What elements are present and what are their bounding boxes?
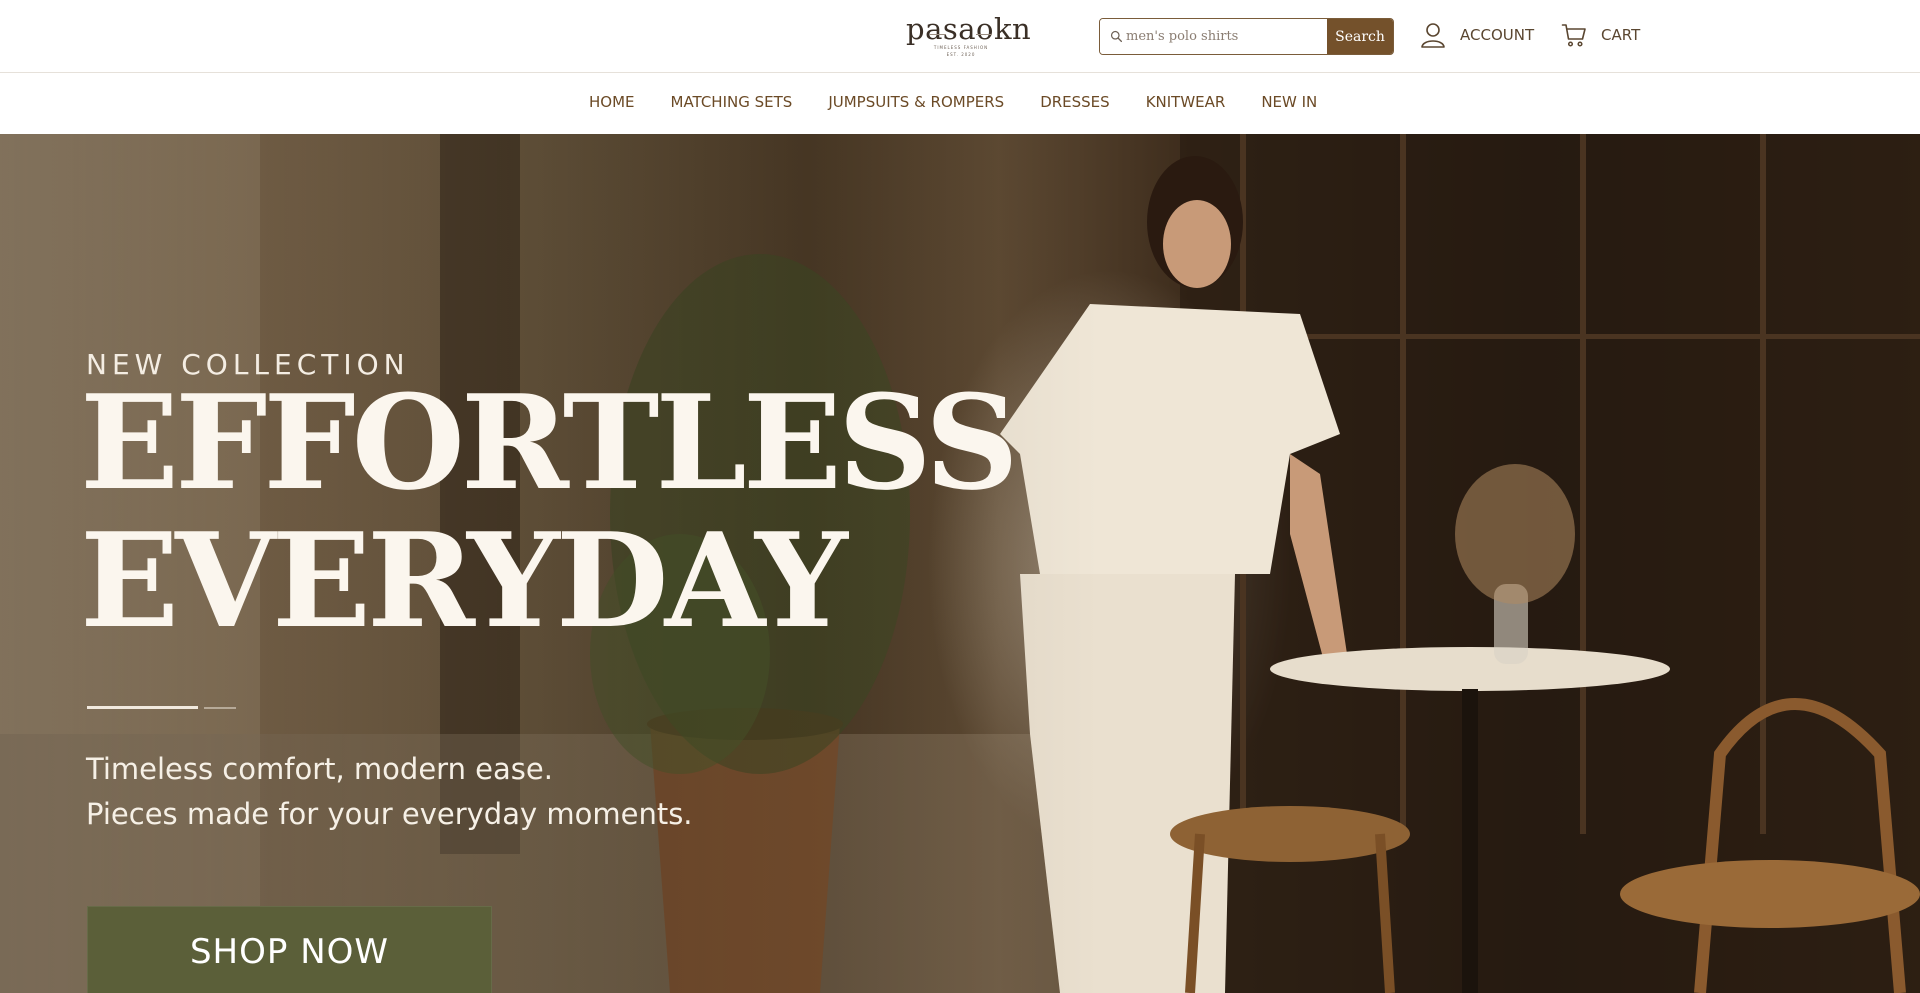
- search-input[interactable]: [1126, 29, 1316, 44]
- search-icon: [1110, 30, 1123, 43]
- account-label: ACCOUNT: [1460, 26, 1535, 44]
- nav-item-new-in[interactable]: NEW IN: [1261, 93, 1317, 111]
- user-icon: [1421, 23, 1445, 48]
- hero-headline-line1: EFFORTLESS: [80, 366, 1019, 519]
- logo-divider-right: [976, 34, 992, 35]
- search-form: Search: [1099, 18, 1394, 55]
- nav-item-jumpsuits-rompers[interactable]: JUMPSUITS & ROMPERS: [828, 93, 1004, 111]
- nav-list: HOME MATCHING SETS JUMPSUITS & ROMPERS D…: [589, 93, 1353, 111]
- brand-wordmark: pasaokn: [906, 12, 1032, 46]
- hero-headline-line2: EVERYDAY: [80, 504, 848, 657]
- hero-divider-accent: [204, 707, 236, 709]
- nav-item-matching-sets[interactable]: MATCHING SETS: [671, 93, 793, 111]
- cart-link[interactable]: CART: [1561, 22, 1640, 48]
- hero-subtext-line1: Timeless comfort, modern ease.: [86, 752, 553, 786]
- hero-banner: NEW COLLECTION EFFORTLESS EVERYDAY Timel…: [0, 134, 1920, 993]
- hero-subtext: Timeless comfort, modern ease. Pieces ma…: [86, 747, 693, 837]
- cart-label: CART: [1601, 26, 1641, 44]
- hero-divider: [87, 706, 198, 709]
- search-field[interactable]: [1100, 19, 1327, 54]
- hero-subtext-line2: Pieces made for your everyday moments.: [86, 797, 693, 831]
- logo-divider-left: [930, 34, 946, 35]
- brand-logo[interactable]: pasaokn TIMELESS FASHION EST. 2020: [906, 12, 1032, 58]
- nav-item-home[interactable]: HOME: [589, 93, 635, 111]
- site-header: pasaokn TIMELESS FASHION EST. 2020 Searc…: [0, 0, 1920, 73]
- nav-item-knitwear[interactable]: KNITWEAR: [1146, 93, 1226, 111]
- shop-now-button[interactable]: SHOP NOW: [87, 906, 492, 993]
- brand-est: EST. 2020: [946, 52, 976, 57]
- nav-item-dresses[interactable]: DRESSES: [1040, 93, 1110, 111]
- main-nav: HOME MATCHING SETS JUMPSUITS & ROMPERS D…: [0, 73, 1920, 134]
- account-link[interactable]: ACCOUNT: [1420, 22, 1534, 48]
- hero-headline: EFFORTLESS EVERYDAY: [80, 366, 1019, 657]
- search-button[interactable]: Search: [1327, 19, 1393, 54]
- cart-icon: [1561, 24, 1586, 47]
